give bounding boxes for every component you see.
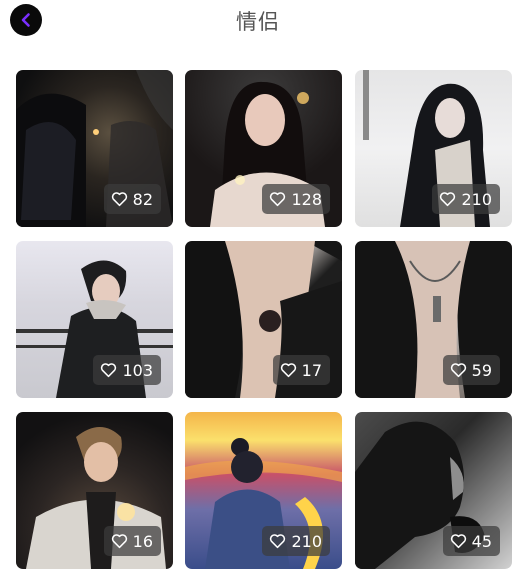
like-badge[interactable]: 82 bbox=[103, 184, 161, 214]
photo-card[interactable]: 16 bbox=[16, 412, 173, 569]
heart-outline-icon bbox=[111, 534, 127, 549]
heart-outline-icon bbox=[440, 192, 456, 207]
heart-outline-icon bbox=[280, 363, 296, 378]
top-bar: 情侣 bbox=[0, 0, 516, 40]
photo-card[interactable]: 128 bbox=[185, 70, 342, 227]
photo-card[interactable]: 82 bbox=[16, 70, 173, 227]
like-badge[interactable]: 210 bbox=[432, 184, 500, 214]
like-badge[interactable]: 210 bbox=[262, 526, 330, 556]
like-badge[interactable]: 16 bbox=[103, 526, 161, 556]
heart-outline-icon bbox=[111, 192, 127, 207]
heart-outline-icon bbox=[450, 363, 466, 378]
like-count: 103 bbox=[122, 360, 153, 380]
like-badge[interactable]: 103 bbox=[93, 355, 161, 385]
heart-outline-icon bbox=[450, 534, 466, 549]
photo-grid: 82 128 210 103 17 59 16 210 45 bbox=[16, 70, 514, 570]
photo-card[interactable]: 210 bbox=[185, 412, 342, 569]
like-count: 210 bbox=[291, 531, 322, 551]
photo-card[interactable]: 45 bbox=[355, 412, 512, 569]
heart-outline-icon bbox=[101, 363, 117, 378]
like-badge[interactable]: 128 bbox=[262, 184, 330, 214]
like-count: 82 bbox=[132, 189, 153, 209]
photo-card[interactable]: 210 bbox=[355, 70, 512, 227]
like-count: 59 bbox=[471, 360, 492, 380]
photo-card[interactable]: 17 bbox=[185, 241, 342, 398]
like-count: 210 bbox=[461, 189, 492, 209]
like-count: 17 bbox=[301, 360, 322, 380]
page-title: 情侣 bbox=[236, 10, 280, 34]
like-count: 128 bbox=[291, 189, 322, 209]
photo-card[interactable]: 59 bbox=[355, 241, 512, 398]
like-badge[interactable]: 59 bbox=[442, 355, 500, 385]
photo-card[interactable]: 103 bbox=[16, 241, 173, 398]
heart-outline-icon bbox=[270, 192, 286, 207]
like-badge[interactable]: 17 bbox=[272, 355, 330, 385]
heart-outline-icon bbox=[270, 534, 286, 549]
like-badge[interactable]: 45 bbox=[442, 526, 500, 556]
like-count: 45 bbox=[471, 531, 492, 551]
like-count: 16 bbox=[132, 531, 153, 551]
